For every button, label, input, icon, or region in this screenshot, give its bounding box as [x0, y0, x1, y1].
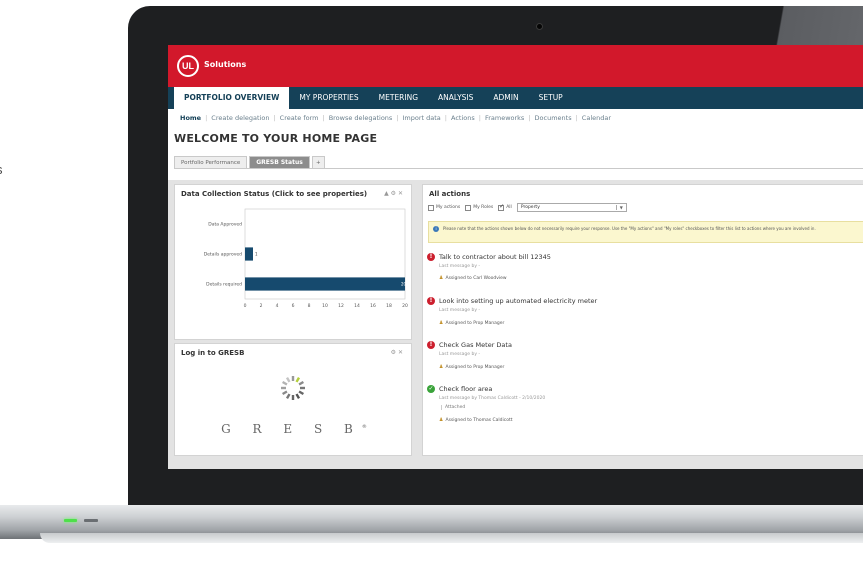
- data-collection-title: Data Collection Status (Click to see pro…: [181, 190, 368, 198]
- data-collection-chart[interactable]: Data ApprovedDetails approved 1Details re…: [179, 205, 411, 315]
- x-tick-label: 2: [260, 303, 263, 309]
- x-tick-label: 4: [276, 303, 279, 309]
- x-tick-label: 18: [386, 303, 392, 309]
- alert-icon: !: [427, 253, 435, 261]
- action-last-message: Last message by -: [439, 352, 481, 357]
- action-assignee: ♟ Assigned to Thomas Caldicott: [439, 417, 513, 423]
- info-note-text: Please note that the actions shown below…: [443, 226, 816, 231]
- subnav-browse-delegations[interactable]: Browse delegations: [325, 114, 397, 122]
- tab-gresb-status[interactable]: GRESB Status: [249, 156, 310, 168]
- subnav-create-form[interactable]: Create form: [276, 114, 323, 122]
- chevron-down-icon: ▼: [615, 205, 623, 210]
- info-note: i Please note that the actions shown bel…: [428, 221, 863, 243]
- nav-tab-portfolio-overview[interactable]: PORTFOLIO OVERVIEW: [174, 87, 290, 109]
- action-title[interactable]: Look into setting up automated electrici…: [439, 297, 597, 305]
- alert-icon: !: [427, 341, 435, 349]
- action-last-message: Last message by -: [439, 308, 481, 313]
- laptop-base-underside: [40, 533, 863, 543]
- laptop-mockup: s UL Solutions PORTFOLIO OVERVIEW MY PRO…: [0, 0, 863, 562]
- gresb-login-panel[interactable]: Log in to GRESB ⚙ ✕ G R E S B®: [174, 343, 412, 456]
- action-last-message: Last message by -: [439, 264, 481, 269]
- person-icon: ♟: [439, 364, 444, 370]
- x-tick-label: 16: [370, 303, 376, 309]
- alert-icon: !: [427, 297, 435, 305]
- action-title[interactable]: Talk to contractor about bill 12345: [439, 253, 551, 261]
- chart-bar[interactable]: [245, 277, 405, 291]
- nav-tab-my-properties[interactable]: MY PROPERTIES: [289, 87, 368, 109]
- action-assignee: ♟ Assigned to Prop Manager: [439, 320, 505, 326]
- all-actions-panel: All actions My actions My Roles All Prop…: [422, 184, 863, 456]
- sub-nav: Home | Create delegation | Create form | Br…: [168, 109, 863, 127]
- category-label: Details approved: [204, 252, 242, 258]
- portfolio-tabs: Portfolio Performance GRESB Status +: [174, 155, 863, 169]
- gresb-login-title: Log in to GRESB: [181, 349, 245, 357]
- subnav-home[interactable]: Home: [180, 114, 205, 122]
- page-title: WELCOME TO YOUR HOME PAGE: [174, 132, 378, 145]
- action-assignee: ♟ Assigned to Carl Woodview: [439, 275, 507, 281]
- filter-all[interactable]: All: [498, 203, 512, 211]
- subnav-create-delegation[interactable]: Create delegation: [207, 114, 273, 122]
- action-item[interactable]: ! Talk to contractor about bill 12345 La…: [427, 253, 863, 283]
- gresb-wordmark: G R E S B®: [221, 422, 367, 436]
- brand-name: Solutions: [204, 60, 247, 69]
- nav-tab-setup[interactable]: SETUP: [529, 87, 573, 109]
- dashboard-area: Data Collection Status (Click to see pro…: [168, 180, 863, 469]
- action-last-message: Last message by Thomas Caldicott - 2/10/…: [439, 396, 546, 401]
- data-label: 20: [401, 282, 407, 287]
- checkbox-icon[interactable]: [465, 204, 472, 211]
- check-icon: ✓: [427, 385, 435, 393]
- filter-my-actions[interactable]: My actions: [428, 204, 460, 211]
- bezel-glare: [746, 6, 863, 46]
- camera-icon: [536, 23, 543, 30]
- scope-select[interactable]: Property ▼: [516, 203, 627, 212]
- tab-portfolio-performance[interactable]: Portfolio Performance: [174, 156, 248, 168]
- subnav-actions[interactable]: Actions: [447, 114, 479, 122]
- action-title[interactable]: Check Gas Meter Data: [439, 341, 512, 349]
- person-icon: ♟: [439, 320, 444, 326]
- panel-controls[interactable]: ▲ ⚙ ✕: [384, 190, 403, 197]
- info-icon: i: [433, 226, 439, 232]
- status-led-icon: [84, 519, 98, 522]
- category-label: Data Approved: [208, 222, 242, 228]
- x-tick-label: 14: [354, 303, 360, 309]
- subnav-frameworks[interactable]: Frameworks: [481, 114, 528, 122]
- nav-tab-analysis[interactable]: ANALYSIS: [428, 87, 483, 109]
- category-label: Details required: [206, 282, 242, 288]
- brand-bar: UL Solutions: [168, 45, 863, 87]
- filter-my-roles[interactable]: My Roles: [465, 204, 493, 211]
- subnav-documents[interactable]: Documents: [531, 114, 576, 122]
- x-tick-label: 12: [338, 303, 344, 309]
- x-tick-label: 0: [244, 303, 247, 309]
- checkbox-icon[interactable]: [428, 204, 434, 211]
- nav-tab-admin[interactable]: ADMIN: [483, 87, 528, 109]
- person-icon: ♟: [439, 417, 444, 423]
- add-tab-button[interactable]: +: [311, 156, 325, 168]
- checkbox-checked-icon[interactable]: [498, 203, 504, 211]
- main-nav: PORTFOLIO OVERVIEW MY PROPERTIES METERIN…: [168, 87, 863, 109]
- app-screen: UL Solutions PORTFOLIO OVERVIEW MY PROPE…: [168, 45, 863, 469]
- subnav-import-data[interactable]: Import data: [399, 114, 445, 122]
- subnav-calendar[interactable]: Calendar: [578, 114, 615, 122]
- x-tick-label: 8: [308, 303, 311, 309]
- x-tick-label: 10: [322, 303, 328, 309]
- action-title[interactable]: Check floor area: [439, 385, 492, 393]
- action-item[interactable]: ✓ Check floor area Last message by Thoma…: [427, 385, 863, 429]
- all-actions-title: All actions: [429, 190, 471, 198]
- x-tick-label: 20: [402, 303, 408, 309]
- power-led-icon: [64, 519, 77, 522]
- nav-tab-metering[interactable]: METERING: [369, 87, 428, 109]
- person-icon: ♟: [439, 275, 444, 281]
- action-item[interactable]: ! Check Gas Meter Data Last message by -…: [427, 341, 863, 371]
- ul-logo-icon[interactable]: UL: [177, 55, 199, 77]
- cropped-text: s: [0, 162, 3, 177]
- data-collection-panel[interactable]: Data Collection Status (Click to see pro…: [174, 184, 412, 340]
- action-item[interactable]: ! Look into setting up automated electri…: [427, 297, 863, 327]
- action-assignee: ♟ Assigned to Prop Manager: [439, 364, 505, 370]
- gresb-logo-icon[interactable]: [279, 374, 307, 410]
- action-filters: My actions My Roles All Property▼: [428, 203, 627, 212]
- chart-bar[interactable]: [245, 247, 253, 261]
- x-tick-label: 6: [292, 303, 295, 309]
- attachment-link[interactable]: Attached: [441, 405, 465, 410]
- panel-controls[interactable]: ⚙ ✕: [391, 349, 403, 356]
